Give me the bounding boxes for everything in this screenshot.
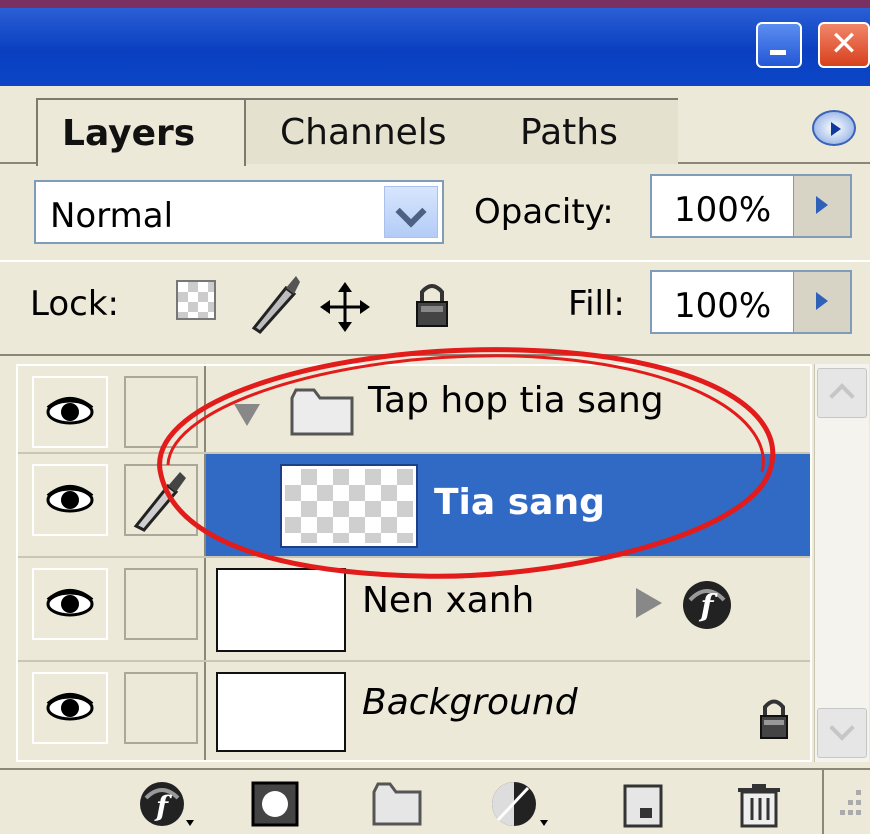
close-button[interactable]: ✕ xyxy=(818,22,870,68)
tab-channels-label: Channels xyxy=(280,111,447,153)
layer-name-column: Tia sang xyxy=(204,454,810,556)
link-cell[interactable] xyxy=(124,376,198,448)
new-group-icon[interactable] xyxy=(372,780,422,830)
window-title-bar xyxy=(0,0,870,86)
layer-name: Nen xanh xyxy=(362,580,535,621)
folder-icon xyxy=(290,388,354,436)
link-cell[interactable] xyxy=(124,672,198,744)
tab-paths[interactable]: Paths xyxy=(478,98,678,164)
add-layer-style-icon[interactable]: f xyxy=(136,780,196,830)
eye-icon xyxy=(46,397,94,425)
expand-effects-icon[interactable] xyxy=(634,586,664,620)
chevron-down-icon[interactable] xyxy=(384,186,438,238)
panel-tab-bar: Paths Channels Layers xyxy=(0,86,870,166)
layer-thumbnail[interactable] xyxy=(280,464,418,548)
new-layer-icon[interactable] xyxy=(622,780,666,830)
layer-name-column: Tap hop tia sang xyxy=(204,366,810,452)
link-cell[interactable] xyxy=(124,464,198,536)
vertical-scrollbar[interactable] xyxy=(814,364,869,762)
add-layer-mask-icon[interactable] xyxy=(250,780,300,830)
layer-name-column: Background xyxy=(204,662,810,760)
new-adjustment-layer-icon[interactable] xyxy=(488,780,552,830)
visibility-toggle[interactable] xyxy=(32,672,108,744)
opacity-value: 100% xyxy=(674,190,772,230)
layer-thumbnail[interactable] xyxy=(216,672,346,752)
panel-menu-button[interactable] xyxy=(812,110,856,146)
toolbar-divider xyxy=(822,770,824,834)
opacity-label: Opacity: xyxy=(474,192,614,232)
scroll-up-icon[interactable] xyxy=(817,368,867,418)
layer-row-background[interactable]: Background xyxy=(18,662,810,760)
fill-value: 100% xyxy=(674,286,772,326)
tab-channels[interactable]: Channels xyxy=(238,98,488,164)
fill-field[interactable]: 100% xyxy=(650,270,852,334)
resize-grip-icon[interactable] xyxy=(832,784,866,824)
visibility-toggle[interactable] xyxy=(32,568,108,640)
lock-icon xyxy=(760,699,788,739)
fill-arrow-icon[interactable] xyxy=(793,272,850,332)
delete-layer-icon[interactable] xyxy=(736,780,782,830)
layer-row-group[interactable]: Tap hop tia sang xyxy=(18,366,810,454)
scroll-down-icon[interactable] xyxy=(817,708,867,758)
lock-label: Lock: xyxy=(30,284,119,324)
brush-icon xyxy=(133,472,186,532)
eye-icon xyxy=(46,589,94,617)
lock-all-icon[interactable] xyxy=(414,280,450,328)
eye-icon xyxy=(46,485,94,513)
tab-layers[interactable]: Layers xyxy=(36,98,246,166)
layer-name: Tia sang xyxy=(434,482,605,523)
lock-transparency-icon[interactable] xyxy=(176,280,216,320)
fill-label: Fill: xyxy=(568,284,625,324)
lock-image-pixels-icon[interactable] xyxy=(246,274,300,334)
lock-position-icon[interactable] xyxy=(320,282,370,332)
layers-list: Tap hop tia sang Tia sang Nen xanh f Bac… xyxy=(16,364,812,762)
tab-paths-label: Paths xyxy=(520,111,618,153)
layer-name: Background xyxy=(362,682,578,723)
opacity-field[interactable]: 100% xyxy=(650,174,852,238)
layer-name: Tap hop tia sang xyxy=(368,380,664,421)
visibility-toggle[interactable] xyxy=(32,464,108,536)
layer-row-selected[interactable]: Tia sang xyxy=(18,454,810,558)
link-cell[interactable] xyxy=(124,568,198,640)
blend-mode-select[interactable]: Normal xyxy=(34,180,444,244)
layer-row[interactable]: Nen xanh f xyxy=(18,558,810,662)
layer-thumbnail[interactable] xyxy=(216,568,346,652)
layers-bottom-toolbar: f xyxy=(0,768,870,834)
tab-layers-label: Layers xyxy=(62,112,196,154)
layer-name-column: Nen xanh f xyxy=(204,558,810,660)
visibility-toggle[interactable] xyxy=(32,376,108,448)
opacity-arrow-icon[interactable] xyxy=(793,176,850,236)
minimize-button[interactable] xyxy=(756,22,802,68)
blend-mode-value: Normal xyxy=(50,196,174,236)
expand-triangle-icon[interactable] xyxy=(232,400,262,428)
eye-icon xyxy=(46,693,94,721)
layer-effects-icon[interactable]: f xyxy=(680,578,734,632)
